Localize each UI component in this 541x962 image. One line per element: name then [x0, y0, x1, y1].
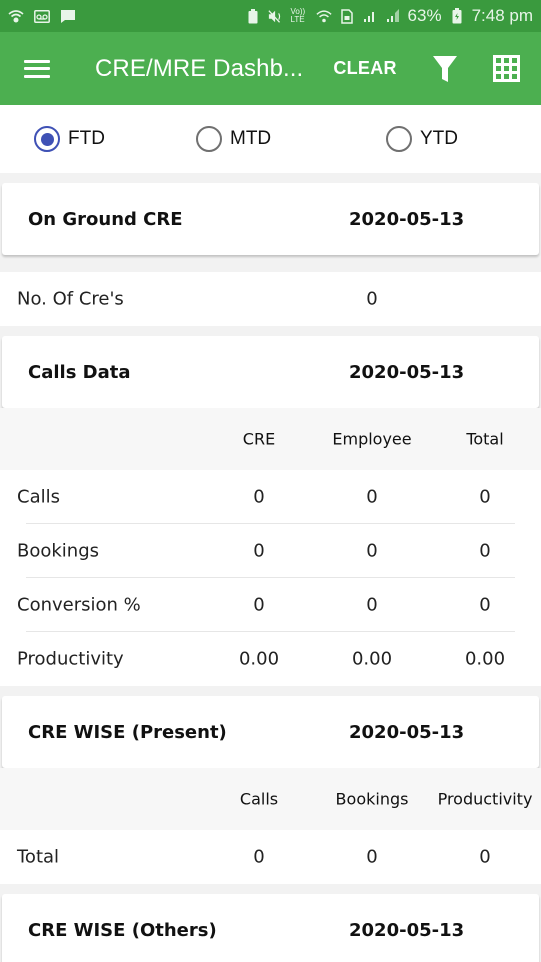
column-header: Employee [332, 429, 412, 449]
section-header-cre-wise-others[interactable]: CRE WISE (Others) 2020-05-13 [2, 894, 539, 962]
row-label: No. Of Cre's [17, 288, 124, 310]
radio-unchecked-icon [196, 126, 222, 152]
row-label: Conversion % [17, 594, 141, 616]
section-title: Calls Data [28, 361, 131, 383]
radio-mtd[interactable]: MTD [196, 126, 271, 152]
section-date: 2020-05-13 [349, 919, 465, 941]
period-selector: FTD MTD YTD [0, 105, 541, 173]
section-header-on-ground-cre[interactable]: On Ground CRE 2020-05-13 [2, 183, 539, 255]
cell: 0.00 [464, 648, 506, 670]
volte-icon: Vo)) LTE [290, 7, 306, 24]
filter-button[interactable] [431, 54, 459, 84]
cell: 0 [479, 540, 491, 562]
table-header: CRE Employee Total [0, 408, 541, 470]
cell: 0.00 [351, 648, 393, 670]
cell: 0 [366, 486, 378, 508]
signal-1-icon [362, 8, 378, 24]
row-label: Productivity [17, 648, 124, 670]
cell: 0 [479, 594, 491, 616]
section-header-calls-data[interactable]: Calls Data 2020-05-13 [2, 336, 539, 408]
wifi-icon [315, 8, 332, 24]
row-label: Bookings [17, 540, 100, 562]
menu-button[interactable] [0, 32, 74, 105]
radio-label: FTD [68, 128, 105, 149]
message-icon [60, 8, 76, 24]
column-header: Calls [239, 789, 279, 809]
row-value: 0 [366, 288, 378, 310]
table-row: Bookings 0 0 0 [0, 524, 541, 578]
table-row: Total 0 0 0 [0, 830, 541, 884]
table-row: Conversion % 0 0 0 [0, 578, 541, 632]
section-date: 2020-05-13 [349, 361, 465, 383]
battery-percent: 63% [407, 6, 442, 25]
column-header: Bookings [335, 789, 409, 809]
section-header-cre-wise-present[interactable]: CRE WISE (Present) 2020-05-13 [2, 696, 539, 768]
wifi-shield-icon [8, 8, 24, 24]
cell: 0 [253, 540, 265, 562]
table-row: Productivity 0.00 0.00 0.00 [0, 632, 541, 686]
section-title: CRE WISE (Others) [28, 919, 217, 941]
page-title: CRE/MRE Dashb... [95, 54, 304, 82]
table-row: Calls 0 0 0 [0, 470, 541, 524]
status-bar: Vo)) LTE 63% 7:48 pm [0, 0, 541, 32]
cell: 0 [253, 486, 265, 508]
cell: 0 [479, 846, 491, 868]
cell: 0 [366, 540, 378, 562]
cell: 0.00 [238, 648, 280, 670]
cell: 0 [253, 594, 265, 616]
row-label: Calls [17, 486, 60, 508]
column-header: CRE [242, 429, 276, 449]
radio-ftd[interactable]: FTD [34, 126, 105, 152]
app-bar: CRE/MRE Dashb... CLEAR [0, 32, 541, 105]
section-date: 2020-05-13 [349, 208, 465, 230]
row-label: Total [17, 846, 60, 868]
radio-label: MTD [230, 128, 272, 149]
voicemail-icon [34, 8, 50, 24]
mute-icon [267, 8, 284, 24]
radio-checked-icon [34, 126, 60, 152]
grid-view-button[interactable] [493, 55, 521, 83]
radio-unchecked-icon [386, 126, 412, 152]
cell: 0 [366, 846, 378, 868]
hamburger-icon [24, 59, 50, 78]
section-title: On Ground CRE [28, 208, 183, 230]
cell: 0 [479, 486, 491, 508]
cell: 0 [366, 594, 378, 616]
section-title: CRE WISE (Present) [28, 721, 227, 743]
cell: 0 [253, 846, 265, 868]
column-header: Productivity [437, 789, 533, 809]
battery-icon [449, 8, 465, 24]
clear-button[interactable]: CLEAR [333, 58, 397, 79]
sim-icon [339, 8, 355, 24]
clock: 7:48 pm [471, 6, 533, 25]
signal-2-icon [385, 8, 401, 24]
filter-icon [432, 55, 457, 82]
table-row: No. Of Cre's 0 [0, 272, 541, 326]
column-header: Total [466, 429, 504, 449]
battery-saver-icon [245, 8, 261, 24]
section-date: 2020-05-13 [349, 721, 465, 743]
radio-label: YTD [420, 128, 458, 149]
radio-ytd[interactable]: YTD [386, 126, 458, 152]
table-header: Calls Bookings Productivity [0, 768, 541, 830]
grid-icon [493, 55, 521, 82]
